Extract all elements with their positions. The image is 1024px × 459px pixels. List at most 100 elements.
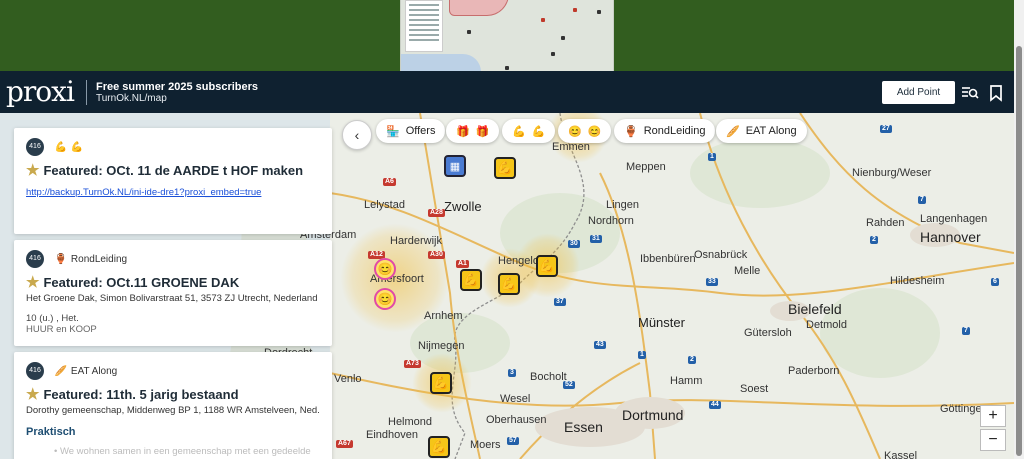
map-city-label: Detmold <box>806 319 847 331</box>
filter-chip-gift[interactable]: 🎁 🎁 <box>446 119 500 143</box>
scrollbar-thumb[interactable] <box>1016 46 1022 456</box>
thumbnail-marker <box>573 8 577 12</box>
map-city-label: Hamm <box>670 375 703 387</box>
featured-card[interactable]: 416 🥖 EAT Along ★ Featured: 11th. 5 jari… <box>14 352 332 459</box>
filter-chip-label: Offers <box>405 125 436 137</box>
featured-card[interactable]: 416 💪 💪 ★ Featured: OCt. 11 de AARDE t H… <box>14 128 332 234</box>
bookmark-icon[interactable] <box>987 84 1005 102</box>
add-point-button[interactable]: Add Point <box>882 81 955 104</box>
item-count-badge: 416 <box>26 138 44 156</box>
card-title[interactable]: Featured: OCt. 11 de AARDE t HOF maken <box>43 163 303 178</box>
map-city-label: Melle <box>734 265 761 277</box>
filter-chip-eat-along[interactable]: 🥖 EAT Along <box>716 119 807 143</box>
app-header: proxi Free summer 2025 subscribers TurnO… <box>0 71 1014 113</box>
thumbnail-region <box>449 0 509 16</box>
road-shield: A73 <box>404 360 421 368</box>
zoom-out-button[interactable]: − <box>980 429 1006 451</box>
card-title[interactable]: Featured: 11th. 5 jarig bestaand <box>43 387 238 402</box>
filter-chip-smile[interactable]: 😊 😊 <box>558 119 612 143</box>
map-city-label: Lelystad <box>364 199 405 211</box>
card-section-heading: Praktisch <box>26 426 76 439</box>
map-city-label: Oberhausen <box>486 414 547 426</box>
smile-icon: 😊 <box>568 125 582 138</box>
header-subtitle: TurnOk.NL/map <box>96 93 167 104</box>
gift-icon: 🎁 <box>475 125 490 138</box>
proxi-logo[interactable]: proxi <box>6 75 75 108</box>
map-city-label: Paderborn <box>788 365 840 377</box>
item-count-badge: 416 <box>26 362 44 380</box>
strength-icon: 💪 <box>512 125 526 138</box>
road-shield: 2 <box>688 356 696 364</box>
map-city-label: Moers <box>470 439 501 451</box>
map-city-label: Göttinge <box>940 403 982 415</box>
map-city-label: Zwolle <box>444 199 482 214</box>
header-divider <box>86 80 87 105</box>
strength-icon: 💪 <box>54 141 67 153</box>
map-city-label: Langenhagen <box>920 213 988 225</box>
map-marker-strength[interactable]: 💪 <box>428 436 450 458</box>
map-marker-strength[interactable]: 💪 <box>430 372 452 394</box>
map-city-label: Ibbenbüren <box>640 253 696 265</box>
bread-icon: 🥖 <box>726 125 740 138</box>
map-marker-strength[interactable]: 💪 <box>494 157 516 179</box>
thumbnail-marker <box>551 52 555 56</box>
page-scrollbar[interactable] <box>1014 0 1024 459</box>
card-bullet: • We wohnen samen in een gemeenschap met… <box>54 446 311 458</box>
map-marker-offers[interactable]: ▦ <box>444 155 466 177</box>
smile-icon: 😊 <box>587 125 602 138</box>
search-list-icon[interactable] <box>961 84 979 102</box>
map-city-label: Bocholt <box>530 371 567 383</box>
card-title[interactable]: Featured: OCt.11 GROENE DAK <box>43 275 239 290</box>
map-city-label: Nienburg/Weser <box>852 167 932 179</box>
collapse-panel-button[interactable]: ‹ <box>342 120 372 150</box>
map-city-label: Hengelo <box>498 255 539 267</box>
road-shield: 30 <box>568 240 580 248</box>
map-marker-strength[interactable]: 💪 <box>460 269 482 291</box>
vase-icon: 🏺 <box>54 253 67 265</box>
vase-icon: 🏺 <box>624 125 638 138</box>
road-shield: A6 <box>383 178 396 186</box>
road-shield: 33 <box>706 278 718 286</box>
map-city-label: Münster <box>638 315 685 330</box>
road-shield: A1 <box>456 260 469 268</box>
category-label: EAT Along <box>70 365 118 377</box>
map-thumbnail[interactable] <box>400 0 614 71</box>
category-label: RondLeiding <box>70 253 128 265</box>
map-city-label: Osnabrück <box>694 249 748 261</box>
map-city-label: Soest <box>740 383 769 395</box>
card-category: 🥖 EAT Along <box>54 366 117 377</box>
map-marker-strength[interactable]: 💪 <box>498 273 520 295</box>
card-title-row: ★ Featured: OCt. 11 de AARDE t HOF maken <box>26 161 320 179</box>
filter-chip-offers[interactable]: 🏪 Offers <box>376 119 446 143</box>
featured-card[interactable]: 416 🏺 RondLeiding ★ Featured: OCt.11 GRO… <box>14 240 332 346</box>
filter-chip-strength[interactable]: 💪 💪 <box>502 119 556 143</box>
card-category: 🏺 RondLeiding <box>54 254 127 265</box>
card-tags: HUUR en KOOP <box>26 324 97 336</box>
zoom-in-button[interactable]: + <box>980 405 1006 427</box>
map-marker-smile[interactable]: 😊 <box>374 258 396 280</box>
strength-icon: 💪 <box>531 125 546 138</box>
map-marker-smile[interactable]: 😊 <box>374 288 396 310</box>
card-detail: 10 (u.) , Het. <box>26 313 79 325</box>
filter-chip-rondleiding[interactable]: 🏺 RondLeiding <box>614 119 716 143</box>
header-title: Free summer 2025 subscribers <box>96 81 259 93</box>
chevron-left-icon: ‹ <box>354 127 360 143</box>
map-city-label: Nijmegen <box>418 340 465 352</box>
map-city-label: Bielefeld <box>788 301 842 317</box>
road-shield: 52 <box>563 381 575 389</box>
map-city-label: Gütersloh <box>744 327 792 339</box>
road-shield: 2 <box>870 236 878 244</box>
map-city-label: Rahden <box>866 217 905 229</box>
card-link[interactable]: http://backup.TurnOk.NL/ini-ide-dre1?pro… <box>26 187 320 198</box>
card-address: Het Groene Dak, Simon Bolivarstraat 51, … <box>26 293 318 305</box>
map-city-label: Kassel <box>884 450 918 459</box>
map-city-label: Wesel <box>500 393 531 405</box>
filter-chip-label: EAT Along <box>745 125 797 137</box>
map-city-label: Hildesheim <box>890 275 945 287</box>
map-marker-strength[interactable]: 💪 <box>536 255 558 277</box>
map-city-label: Venlo <box>334 373 362 385</box>
top-green-banner <box>0 0 1014 71</box>
shop-icon: 🏪 <box>386 125 400 138</box>
bread-icon: 🥖 <box>54 365 67 377</box>
map-city-label: Lingen <box>606 199 640 211</box>
